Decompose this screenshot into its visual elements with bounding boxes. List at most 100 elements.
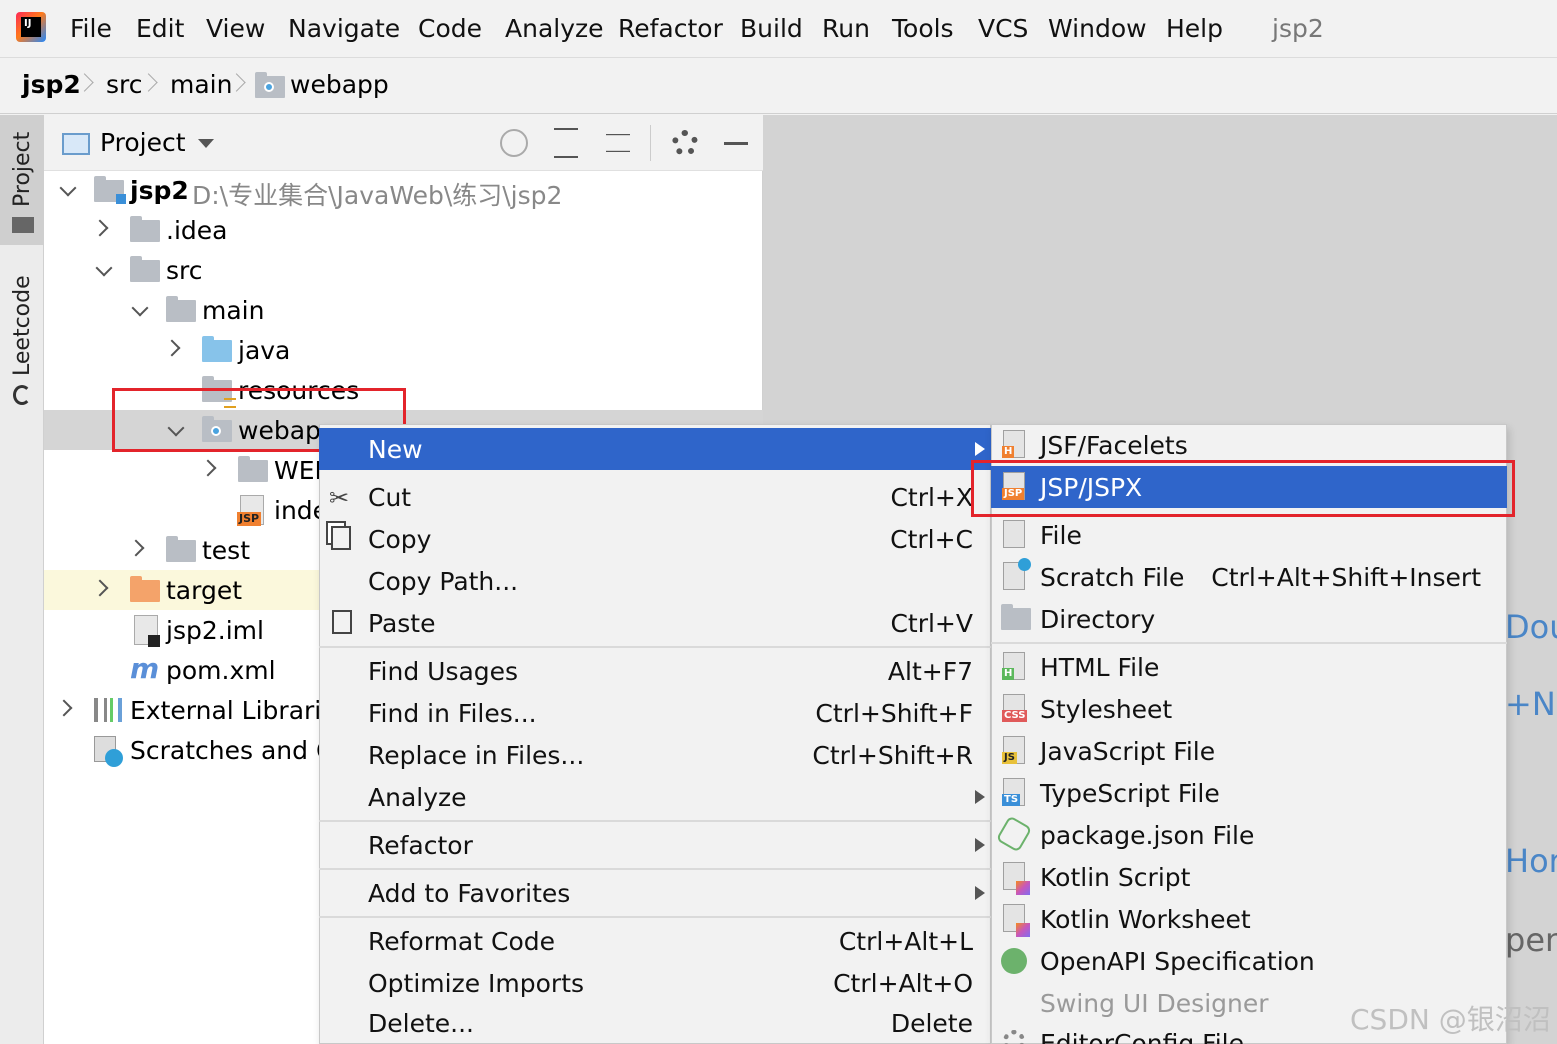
- menu-refactor[interactable]: Refactor: [618, 14, 723, 43]
- menu-vcs[interactable]: VCS: [978, 14, 1028, 43]
- chevron-right-icon[interactable]: [91, 579, 109, 597]
- submenu-item-label: Stylesheet: [1040, 695, 1173, 724]
- menu-item-shortcut: Ctrl+Alt+O: [833, 969, 973, 998]
- leetcode-icon: [13, 385, 31, 405]
- locate-icon[interactable]: [500, 129, 528, 157]
- menu-item-label: Reformat Code: [368, 927, 555, 956]
- chevron-right-icon[interactable]: [163, 339, 181, 357]
- submenu-item-label: Kotlin Worksheet: [1040, 905, 1251, 934]
- menu-navigate[interactable]: Navigate: [288, 14, 400, 43]
- chevron-right-icon: [78, 68, 92, 102]
- submenu-item-package-json[interactable]: package.json File: [991, 814, 1507, 856]
- submenu-item-stylesheet[interactable]: CSS Stylesheet: [991, 688, 1507, 730]
- chevron-right-icon[interactable]: [91, 219, 109, 237]
- tree-label: target: [166, 576, 243, 605]
- menu-item-add-to-favorites[interactable]: Add to Favorites: [319, 872, 991, 914]
- submenu-item-kotlin-script[interactable]: Kotlin Script: [991, 856, 1507, 898]
- menu-item-find-usages[interactable]: Find Usages Alt+F7: [319, 650, 991, 692]
- submenu-item-kotlin-worksheet[interactable]: Kotlin Worksheet: [991, 898, 1507, 940]
- menu-item-label: Find in Files...: [368, 699, 537, 728]
- menu-item-find-in-files[interactable]: Find in Files... Ctrl+Shift+F: [319, 692, 991, 734]
- menu-window[interactable]: Window: [1048, 14, 1147, 43]
- menu-item-copy[interactable]: Copy Ctrl+C: [319, 518, 991, 560]
- menu-item-label: Add to Favorites: [368, 879, 571, 908]
- chevron-down-icon[interactable]: [131, 299, 149, 317]
- menu-analyze[interactable]: Analyze: [505, 14, 604, 43]
- breadcrumb-item-src[interactable]: src: [106, 70, 143, 99]
- menu-item-optimize-imports[interactable]: Optimize Imports Ctrl+Alt+O: [319, 962, 991, 1004]
- submenu-item-openapi[interactable]: OpenAPI Specification: [991, 940, 1507, 982]
- submenu-item-label: JavaScript File: [1040, 737, 1216, 766]
- chevron-right-icon[interactable]: [55, 699, 73, 717]
- folder-icon: [12, 217, 34, 233]
- chevron-right-icon[interactable]: [199, 459, 217, 477]
- submenu-item-directory[interactable]: Directory: [991, 598, 1507, 640]
- menu-view[interactable]: View: [206, 14, 265, 43]
- scratches-icon: [94, 736, 123, 767]
- editor-hint-text: Dou: [1505, 608, 1557, 646]
- submenu-item-label: Directory: [1040, 605, 1156, 634]
- menu-separator: [319, 820, 991, 822]
- menu-item-shortcut: Ctrl+C: [890, 525, 973, 554]
- menu-separator: [319, 916, 991, 918]
- folder-icon: [238, 456, 268, 482]
- ts-file-icon: TS: [1002, 778, 1025, 806]
- submenu-item-label: JSF/Facelets: [1040, 431, 1188, 460]
- jsp-file-icon: JSP: [237, 495, 264, 526]
- breadcrumb-item-jsp2[interactable]: jsp2: [22, 70, 81, 99]
- tree-row-root[interactable]: jsp2 D:\专业集合\JavaWeb\练习\jsp2: [44, 170, 763, 210]
- menu-item-new[interactable]: New: [319, 428, 991, 470]
- menu-tools[interactable]: Tools: [892, 14, 954, 43]
- minimize-icon[interactable]: [724, 142, 748, 145]
- submenu-item-javascript-file[interactable]: JS JavaScript File: [991, 730, 1507, 772]
- tree-row-idea[interactable]: .idea: [44, 210, 763, 250]
- tree-row-src[interactable]: src: [44, 250, 763, 290]
- kotlin-icon: [1003, 904, 1030, 937]
- menu-build[interactable]: Build: [740, 14, 803, 43]
- project-panel-header: Project: [44, 115, 763, 171]
- tab-project-label: Project: [10, 131, 35, 207]
- submenu-item-file[interactable]: File: [991, 514, 1507, 556]
- chevron-right-icon[interactable]: [127, 539, 145, 557]
- menu-item-shortcut: Alt+F7: [887, 657, 973, 686]
- tab-leetcode[interactable]: Leetcode: [0, 260, 44, 410]
- menu-item-analyze[interactable]: Analyze: [319, 776, 991, 818]
- menu-item-paste[interactable]: Paste Ctrl+V: [319, 602, 991, 644]
- project-view-title[interactable]: Project: [100, 128, 186, 157]
- submenu-arrow-icon: [975, 790, 985, 804]
- submenu-item-label: OpenAPI Specification: [1040, 947, 1315, 976]
- menu-item-shortcut: Ctrl+X: [890, 483, 973, 512]
- menu-edit[interactable]: Edit: [136, 14, 184, 43]
- tree-row-java[interactable]: java: [44, 330, 763, 370]
- menu-code[interactable]: Code: [418, 14, 482, 43]
- menu-help[interactable]: Help: [1166, 14, 1223, 43]
- submenu-item-scratch-file[interactable]: Scratch File Ctrl+Alt+Shift+Insert: [991, 556, 1507, 598]
- collapse-all-icon[interactable]: [606, 134, 630, 152]
- submenu-item-label: package.json File: [1040, 821, 1255, 850]
- web-folder-icon: [255, 72, 285, 98]
- chevron-down-icon[interactable]: [59, 179, 77, 197]
- menu-item-copy-path[interactable]: Copy Path...: [319, 560, 991, 602]
- submenu-item-html-file[interactable]: H HTML File: [991, 646, 1507, 688]
- menu-run[interactable]: Run: [822, 14, 870, 43]
- chevron-down-icon[interactable]: [198, 139, 214, 148]
- tool-window-strip: [0, 115, 44, 1044]
- menu-item-replace-in-files[interactable]: Replace in Files... Ctrl+Shift+R: [319, 734, 991, 776]
- gear-icon[interactable]: [672, 130, 698, 156]
- menu-item-reformat-code[interactable]: Reformat Code Ctrl+Alt+L: [319, 920, 991, 962]
- breadcrumb-item-webapp[interactable]: webapp: [290, 70, 389, 99]
- submenu-item-typescript-file[interactable]: TS TypeScript File: [991, 772, 1507, 814]
- library-icon: [94, 698, 122, 722]
- expand-all-icon[interactable]: [554, 128, 578, 158]
- tree-row-main[interactable]: main: [44, 290, 763, 330]
- menu-item-shortcut: Ctrl+Shift+R: [812, 741, 973, 770]
- menu-item-refactor[interactable]: Refactor: [319, 824, 991, 866]
- menu-file[interactable]: File: [70, 14, 112, 43]
- nodejs-icon: [995, 815, 1033, 853]
- breadcrumb-item-main[interactable]: main: [170, 70, 232, 99]
- tab-project[interactable]: Project: [0, 115, 44, 245]
- chevron-down-icon[interactable]: [95, 259, 113, 277]
- menu-item-cut[interactable]: ✂ Cut Ctrl+X: [319, 476, 991, 518]
- menu-item-delete[interactable]: Delete... Delete: [319, 1002, 991, 1044]
- tab-leetcode-label: Leetcode: [10, 275, 35, 376]
